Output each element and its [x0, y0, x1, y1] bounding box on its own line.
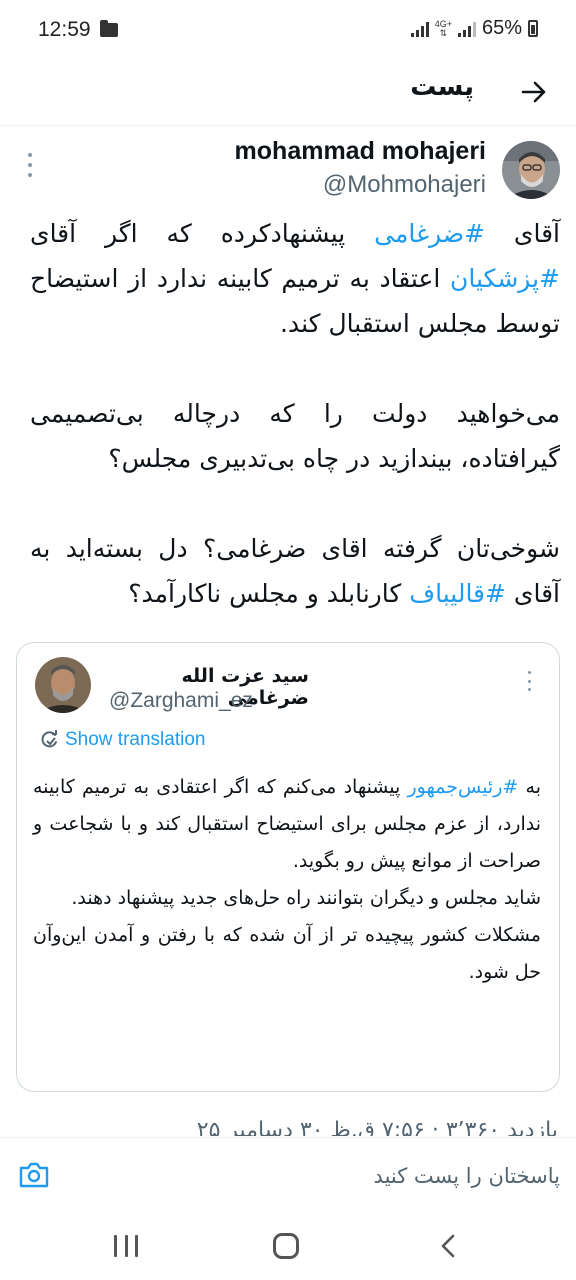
reply-input[interactable] — [70, 1156, 560, 1196]
back-button[interactable] — [514, 72, 554, 112]
show-translation-button[interactable]: Show translation — [39, 729, 205, 751]
home-button[interactable] — [273, 1233, 299, 1259]
hashtag-link[interactable]: #رئیس‌جمهور — [408, 776, 519, 798]
arrow-right-icon — [521, 81, 546, 103]
recents-button[interactable] — [114, 1235, 138, 1257]
author-avatar[interactable] — [502, 141, 560, 199]
top-app-bar: پست — [0, 64, 576, 126]
avatar-image — [502, 141, 560, 199]
text-run: آقای — [485, 219, 561, 248]
folder-icon — [100, 20, 118, 37]
status-time: 12:59 — [38, 18, 91, 41]
text-run: می‌خواهید دولت را که درچاله بی‌تصمیمی گی… — [30, 399, 560, 473]
hashtag-link[interactable]: #ضرغامی — [374, 219, 485, 248]
status-icons: 4G+ ⇅ 65% — [410, 17, 538, 40]
quoted-paragraph: به #رئیس‌جمهور پیشنهاد می‌کنم که اگر اعت… — [33, 769, 541, 880]
show-translation-label: Show translation — [65, 729, 206, 750]
quoted-tweet-text: به #رئیس‌جمهور پیشنهاد می‌کنم که اگر اعت… — [33, 769, 541, 991]
tweet-paragraph: می‌خواهید دولت را که درچاله بی‌تصمیمی گی… — [30, 391, 560, 481]
reply-bar — [0, 1137, 576, 1213]
tweet-stats: بازدید ۳٬۳۶۰ · ۷:۵۶ ق.ظ ۳۰ دسامبر ۲۵ — [196, 1118, 558, 1136]
camera-button[interactable] — [18, 1160, 50, 1190]
text-run: شاید مجلس و دیگران بتوانند راه حل‌های جد… — [71, 887, 541, 909]
camera-icon — [19, 1162, 49, 1188]
quoted-paragraph: مشکلات کشور پیچیده تر از آن شده که با رف… — [33, 917, 541, 991]
network-icon: 4G+ ⇅ — [434, 18, 452, 38]
text-run: به — [518, 776, 542, 798]
hashtag-link[interactable]: #قالیباف — [409, 579, 506, 608]
tweet-text: آقای #ضرغامی پیشنهادکرده که اگر آقای #پز… — [30, 211, 560, 616]
system-back-button[interactable] — [436, 1233, 462, 1259]
text-run: مشکلات کشور پیچیده تر از آن شده که با رف… — [33, 924, 541, 983]
quoted-tweet[interactable]: سید عزت الله ضرغامی @Zarghami_ez Show tr… — [16, 642, 560, 1092]
tweet-paragraph: شوخی‌تان گرفته اقای ضرغامی؟ دل بسته‌اید … — [30, 526, 560, 616]
author-handle[interactable]: @Mohmohajeri — [323, 171, 486, 199]
battery-icon — [528, 20, 538, 37]
text-run: کارنابلد و مجلس ناکارآمد؟ — [128, 579, 410, 608]
page-title: پست — [410, 72, 474, 102]
tweet-paragraph: آقای #ضرغامی پیشنهادکرده که اگر آقای #پز… — [30, 211, 560, 346]
author-name[interactable]: mohammad mohajeri — [235, 137, 486, 166]
battery-percent: 65% — [481, 17, 522, 39]
network-type: 4G+ — [434, 18, 452, 29]
quoted-author-handle[interactable]: @Zarghami_ez — [109, 689, 253, 713]
status-bar: 12:59 4G+ ⇅ 65% — [0, 0, 576, 64]
signal-icon — [410, 21, 429, 37]
hashtag-link[interactable]: #پزشکیان — [450, 264, 560, 293]
chevron-left-icon — [441, 1234, 455, 1258]
quoted-author-avatar[interactable] — [35, 657, 91, 713]
avatar-image — [35, 657, 91, 713]
text-run: پیشنهادکرده که اگر آقای — [30, 219, 375, 248]
quoted-paragraph: شاید مجلس و دیگران بتوانند راه حل‌های جد… — [33, 880, 541, 917]
system-nav-bar — [0, 1213, 576, 1280]
translate-icon — [41, 730, 57, 748]
more-options-icon[interactable] — [20, 153, 40, 177]
signal-icon-2 — [457, 21, 476, 37]
more-options-icon[interactable] — [523, 671, 535, 691]
